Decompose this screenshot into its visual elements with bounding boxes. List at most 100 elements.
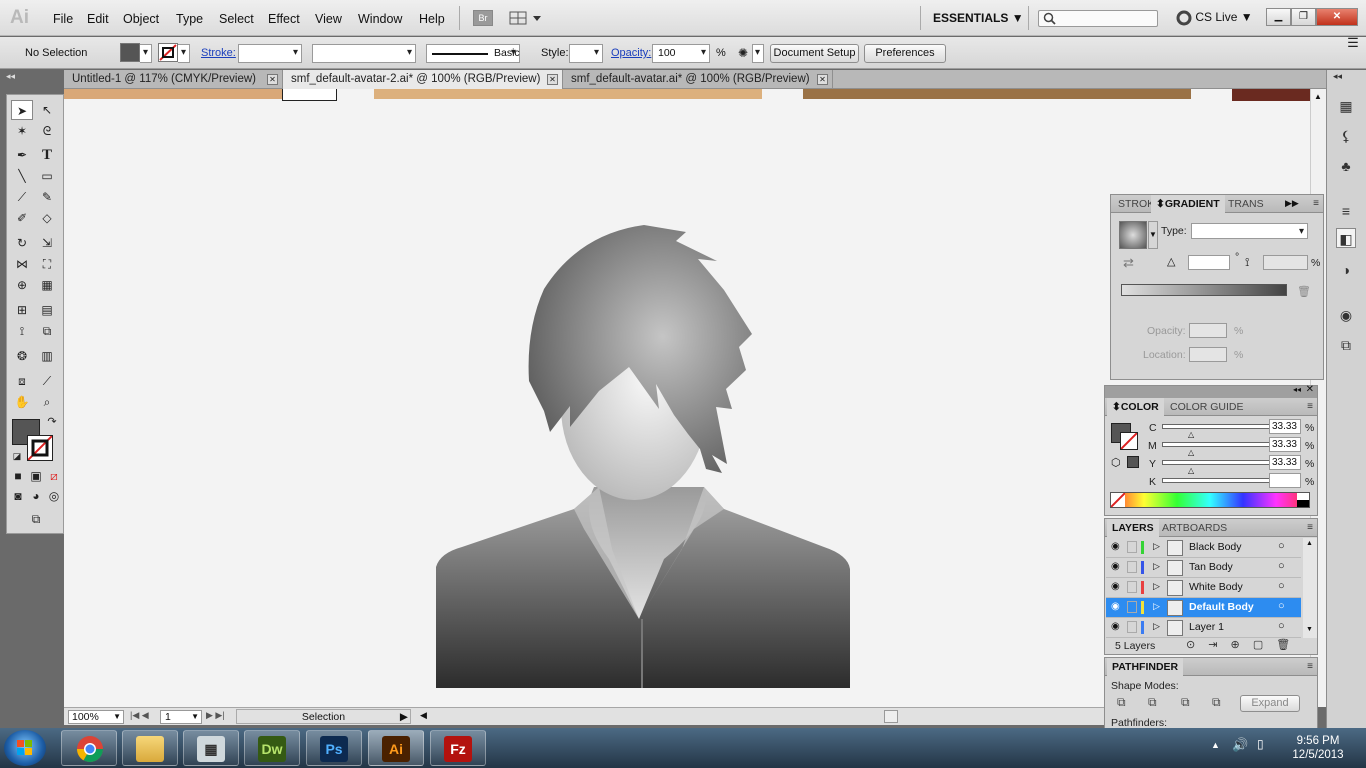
lock-toggle[interactable]	[1127, 561, 1137, 573]
tab-color-guide[interactable]: COLOR GUIDE	[1165, 398, 1249, 416]
expand-panels-icon[interactable]: ◂◂	[1333, 71, 1342, 82]
symbols-icon[interactable]: ♣	[1336, 156, 1356, 176]
none-mode-icon[interactable]: ⧄	[46, 468, 62, 484]
draw-inside-icon[interactable]: ◎	[46, 488, 62, 504]
layer-row[interactable]: ◉ ▷ Black Body ○	[1106, 538, 1301, 558]
brushes-icon[interactable]: ⚸	[1336, 126, 1356, 146]
graphic-styles-icon[interactable]: ⧉	[1336, 335, 1356, 355]
workspace-switcher[interactable]: ESSENTIALS ▼	[933, 11, 1024, 25]
taskbar-chrome[interactable]	[61, 730, 117, 766]
expand-triangle-icon[interactable]: ▷	[1153, 561, 1160, 572]
blob-brush-tool-icon[interactable]: ✐	[11, 208, 33, 228]
layer-action-icons[interactable]: ⊙ ⇥ ⊕ ▢ 🗑	[1186, 638, 1290, 651]
panel-menu-icon[interactable]: ≡	[1307, 522, 1313, 533]
variable-width-profile[interactable]	[312, 44, 416, 63]
stop-location-field[interactable]	[1189, 347, 1227, 362]
angle-field[interactable]	[1188, 255, 1230, 270]
layer-row[interactable]: ◉ ▷ Layer 1 ○	[1106, 618, 1301, 638]
show-hidden-icons[interactable]: ▲	[1211, 740, 1220, 750]
paintbrush-tool-icon[interactable]: ⟋	[11, 187, 33, 207]
gradient-mode-icon[interactable]: ▣	[28, 468, 44, 484]
bridge-button[interactable]: Br	[473, 10, 493, 26]
minus-front-icon[interactable]: ⧉	[1148, 695, 1157, 710]
arrange-documents-button[interactable]	[509, 10, 543, 26]
out-of-gamut-icon[interactable]: ⬡	[1111, 456, 1121, 469]
channel-y-slider[interactable]	[1162, 460, 1277, 465]
close-icon[interactable]: ✕	[817, 74, 828, 85]
scroll-up-icon[interactable]: ▲	[1306, 540, 1313, 547]
type-tool-icon[interactable]: T	[36, 145, 58, 165]
gradient-icon[interactable]: ◧	[1336, 228, 1356, 248]
gradient-swatch[interactable]	[1119, 221, 1147, 249]
taskbar-calculator[interactable]: ▦	[183, 730, 239, 766]
menu-object[interactable]: Object	[123, 12, 159, 26]
channel-y-field[interactable]: 33.33	[1269, 455, 1301, 470]
preferences-button[interactable]: Preferences	[864, 44, 946, 63]
eye-icon[interactable]: ◉	[1111, 561, 1120, 572]
mesh-tool-icon[interactable]: ⊞	[11, 300, 33, 320]
delete-stop-icon[interactable]: 🗑	[1297, 285, 1311, 298]
channel-k-slider[interactable]	[1162, 478, 1277, 483]
channel-k-field[interactable]	[1269, 473, 1301, 488]
network-icon[interactable]: ▯	[1257, 737, 1264, 751]
pencil-tool-icon[interactable]: ✎	[36, 187, 58, 207]
tab-color[interactable]: ⬍COLOR	[1107, 398, 1164, 416]
tab-pathfinder[interactable]: PATHFINDER	[1107, 658, 1184, 676]
system-clock[interactable]: 9:56 PM 12/5/2013	[1288, 734, 1348, 762]
status-tool-menu[interactable]: Selection ▶	[236, 709, 411, 724]
perspective-grid-tool-icon[interactable]: ▦	[36, 275, 58, 295]
lasso-tool-icon[interactable]: ᘓ	[36, 121, 58, 141]
artboard-number-field[interactable]: 1 ▼	[160, 710, 202, 724]
white-swatch[interactable]	[1297, 493, 1309, 500]
tab-layers[interactable]: LAYERS	[1107, 519, 1159, 537]
channel-c-slider-thumb[interactable]: △	[1188, 430, 1194, 439]
black-swatch[interactable]	[1297, 500, 1309, 507]
hand-tool-icon[interactable]: ✋	[11, 392, 33, 412]
control-panel-menu-icon[interactable]: ☰	[1346, 36, 1360, 50]
intersect-icon[interactable]: ⧉	[1181, 695, 1190, 710]
magic-wand-tool-icon[interactable]: ✶	[11, 121, 33, 141]
target-icon[interactable]: ○	[1278, 580, 1285, 592]
eye-icon[interactable]: ◉	[1111, 621, 1120, 632]
channel-c-field[interactable]: 33.33	[1269, 419, 1301, 434]
line-segment-tool-icon[interactable]: ╲	[11, 166, 33, 186]
artboard-nav-first-icon[interactable]: |◀ ◀	[130, 710, 149, 721]
tab-transparency[interactable]: TRANS	[1223, 195, 1269, 213]
channel-c-slider[interactable]	[1162, 424, 1277, 429]
target-icon[interactable]: ○	[1278, 560, 1285, 572]
draw-normal-icon[interactable]: ◙	[10, 488, 26, 504]
target-icon[interactable]: ○	[1278, 540, 1285, 552]
lock-toggle[interactable]	[1127, 581, 1137, 593]
eye-icon[interactable]: ◉	[1111, 541, 1120, 552]
shape-builder-tool-icon[interactable]: ⊕	[11, 275, 33, 295]
eyedropper-tool-icon[interactable]: ⟟	[11, 321, 33, 341]
tab-smf-default-avatar[interactable]: smf_default-avatar.ai* @ 100% (RGB/Previ…	[563, 70, 833, 89]
exclude-icon[interactable]: ⧉	[1212, 695, 1221, 710]
panel-menu-icon[interactable]: ≡	[1307, 401, 1313, 412]
width-tool-icon[interactable]: ⋈	[11, 254, 33, 274]
layers-scrollbar[interactable]: ▲ ▼	[1303, 538, 1317, 638]
style-dropdown[interactable]	[569, 44, 603, 63]
panel-menu-icon[interactable]: ≡	[1313, 198, 1319, 209]
scroll-left-icon[interactable]: ◀	[420, 710, 427, 721]
unite-icon[interactable]: ⧉	[1117, 695, 1126, 710]
scale-tool-icon[interactable]: ⇲	[36, 233, 58, 253]
close-icon[interactable]: ✕	[547, 74, 558, 85]
symbol-sprayer-tool-icon[interactable]: ❂	[11, 346, 33, 366]
transparency-icon[interactable]: ◑	[1336, 260, 1356, 280]
menu-file[interactable]: File	[53, 12, 73, 26]
recolor-dropdown[interactable]	[752, 44, 764, 63]
scroll-up-icon[interactable]: ▲	[1314, 92, 1322, 101]
reverse-gradient-icon[interactable]: ⇄	[1123, 255, 1134, 271]
blend-tool-icon[interactable]: ⧉	[36, 321, 58, 341]
selection-tool-icon[interactable]: ➤	[11, 100, 33, 120]
channel-m-slider[interactable]	[1162, 442, 1277, 447]
lock-toggle[interactable]	[1127, 601, 1137, 613]
tab-untitled-1[interactable]: Untitled-1 @ 117% (CMYK/Preview) ✕	[64, 70, 283, 89]
close-icon[interactable]: ✕	[267, 74, 278, 85]
menu-window[interactable]: Window	[358, 12, 402, 26]
slice-tool-icon[interactable]: ⟋	[36, 371, 58, 391]
expand-triangle-icon[interactable]: ▷	[1153, 601, 1160, 612]
taskbar-dreamweaver[interactable]: Dw	[244, 730, 300, 766]
direct-selection-tool-icon[interactable]: ↖	[36, 100, 58, 120]
